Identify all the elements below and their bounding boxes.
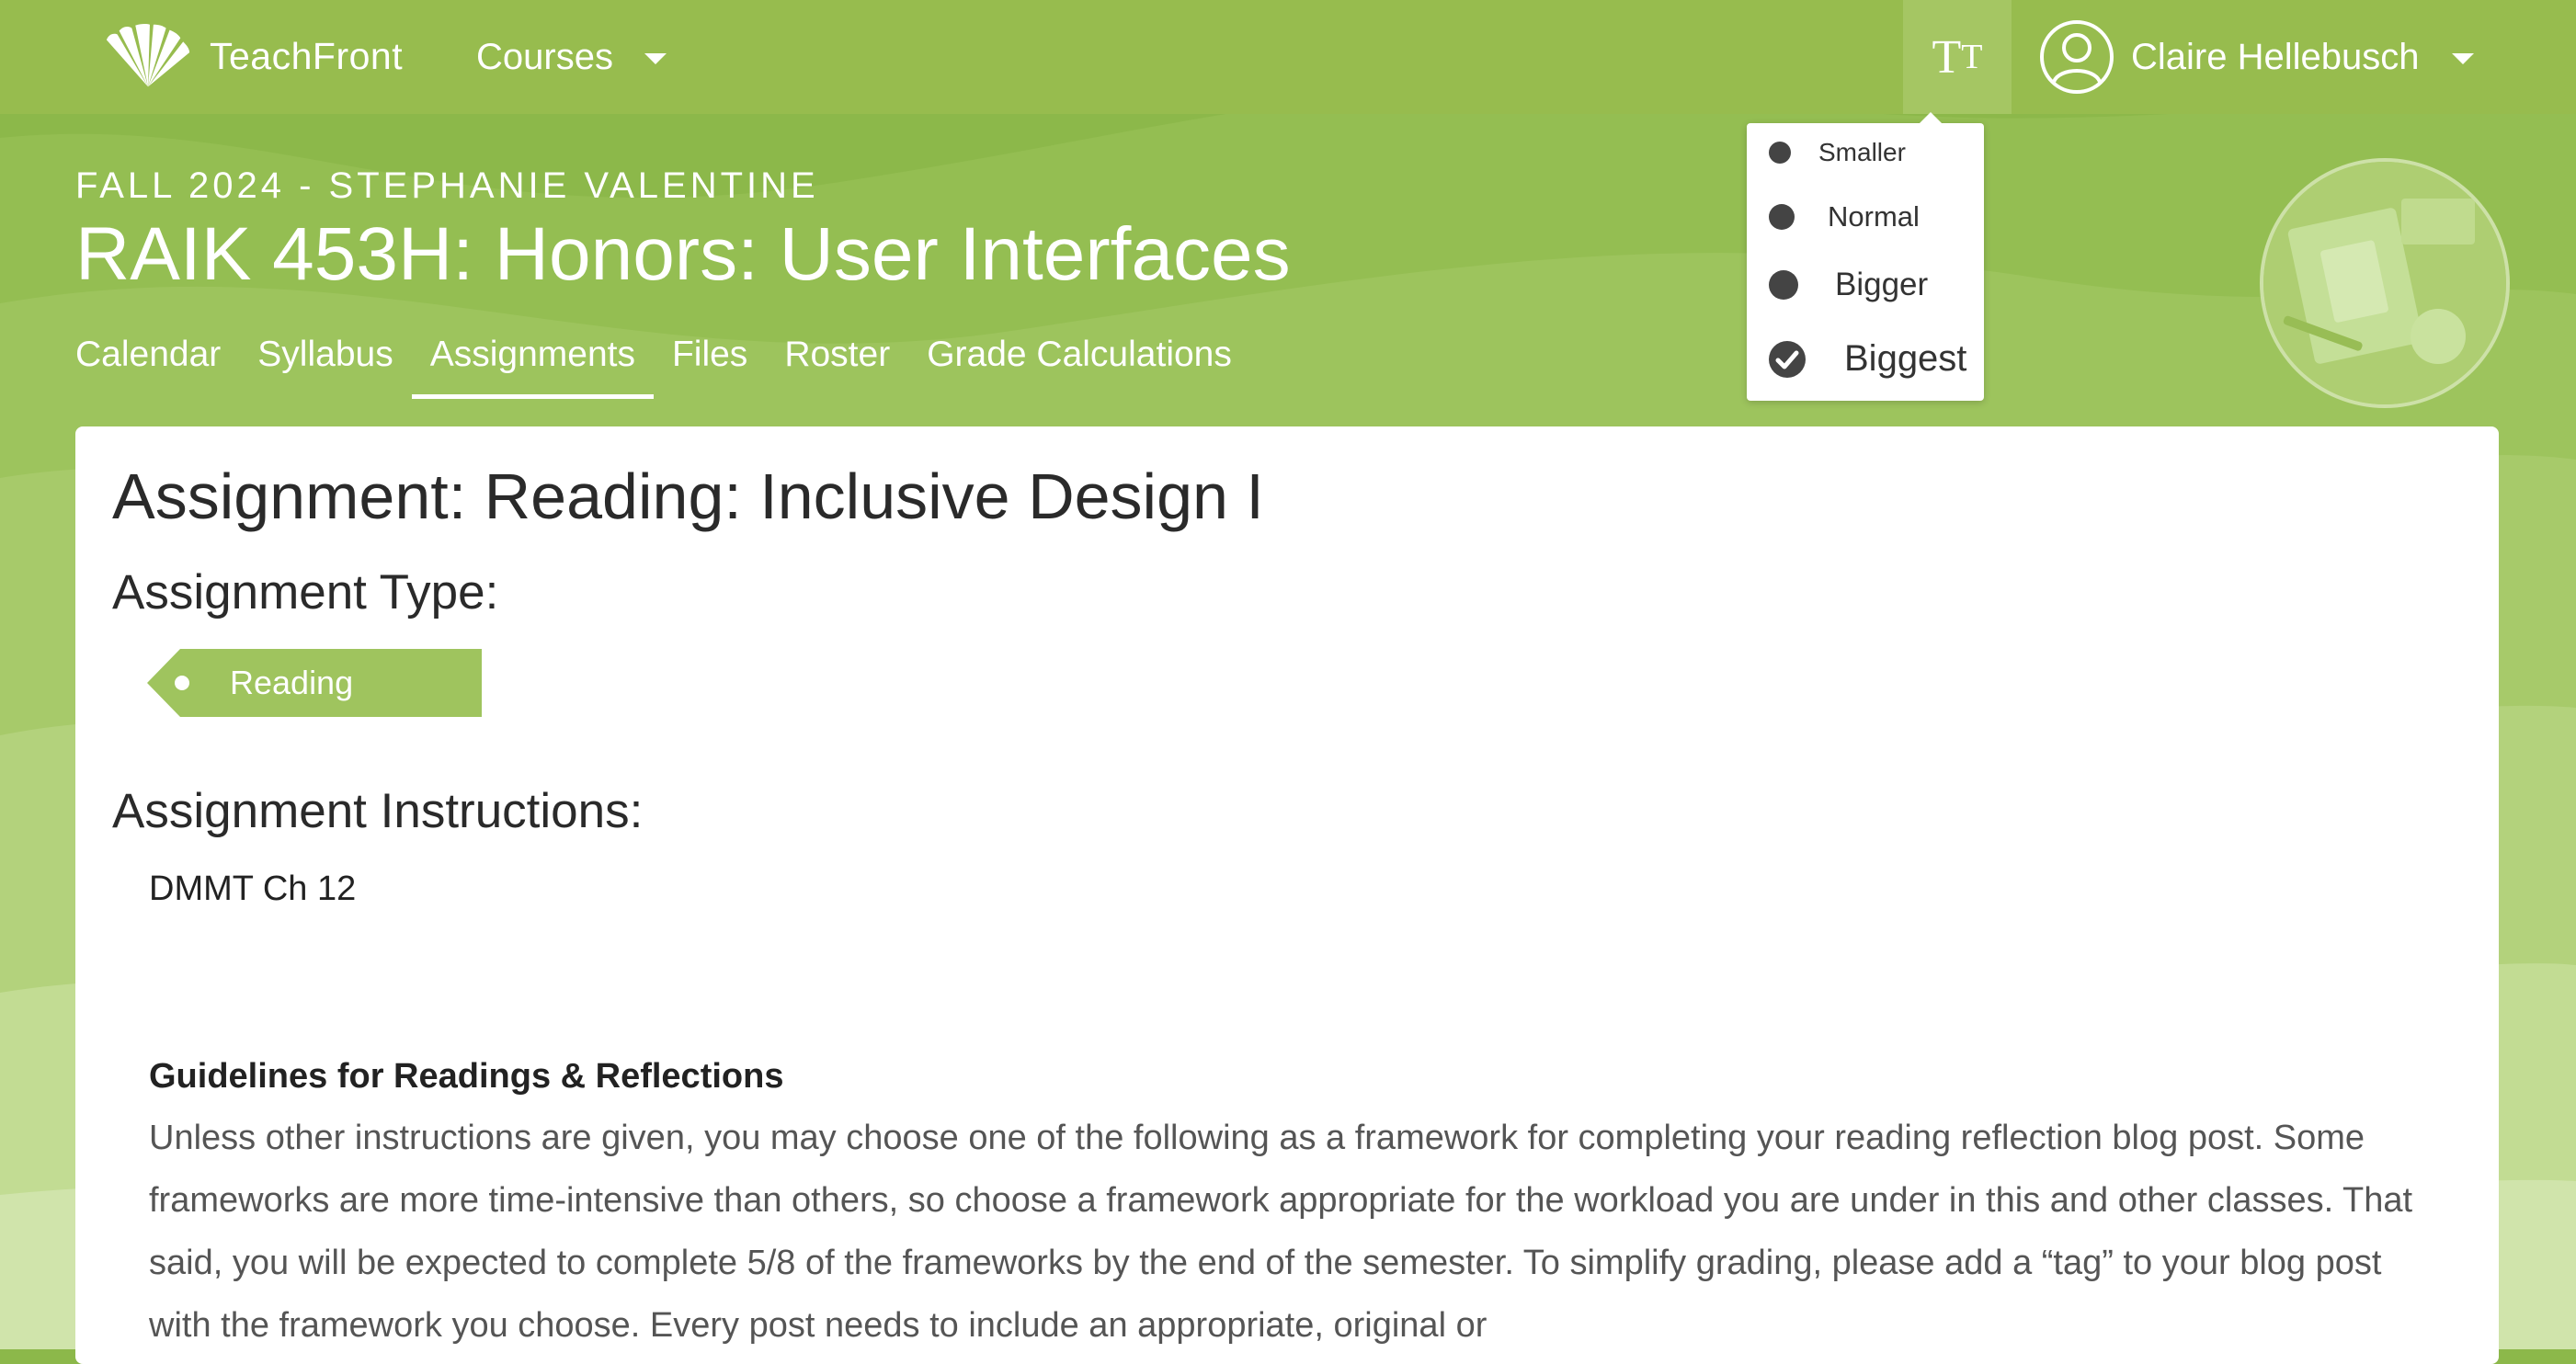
course-term: FALL 2024 - STEPHANIE VALENTINE	[75, 165, 819, 206]
courses-dropdown[interactable]: Courses	[476, 28, 667, 86]
user-avatar-icon	[2040, 20, 2114, 94]
course-title: RAIK 453H: Honors: User Interfaces	[75, 212, 1291, 296]
top-navbar: TeachFront Courses TT Claire Hellebusch	[0, 0, 2576, 114]
assignment-panel: Assignment: Reading: Inclusive Design I …	[75, 426, 2499, 1364]
shell-logo-icon	[106, 24, 190, 87]
font-size-option-smaller[interactable]: Smaller	[1769, 138, 1906, 167]
chevron-down-icon	[2452, 53, 2475, 64]
guidelines-heading: Guidelines for Readings & Reflections	[149, 1057, 784, 1096]
tab-roster[interactable]: Roster	[784, 335, 890, 399]
course-image	[2260, 158, 2510, 408]
assignment-type-heading: Assignment Type:	[112, 565, 499, 619]
tab-calendar[interactable]: Calendar	[75, 335, 221, 399]
chevron-down-icon	[644, 53, 667, 64]
tab-syllabus[interactable]: Syllabus	[257, 335, 393, 399]
radio-dot-icon	[1769, 142, 1791, 164]
menu-pointer	[1920, 112, 1942, 123]
font-size-option-biggest[interactable]: Biggest	[1769, 338, 1966, 380]
brand-name: TeachFront	[210, 34, 404, 77]
guidelines-body: Unless other instructions are given, you…	[149, 1119, 2413, 1345]
assignment-instructions-heading: Assignment Instructions:	[112, 784, 644, 838]
assignment-type-tag: Reading	[147, 649, 482, 717]
radio-dot-icon	[1769, 204, 1795, 230]
tab-assignments[interactable]: Assignments	[411, 335, 654, 399]
tab-files[interactable]: Files	[672, 335, 747, 399]
check-circle-icon	[1769, 340, 1806, 378]
tab-grade-calculations[interactable]: Grade Calculations	[927, 335, 1232, 399]
course-tabs: Calendar Syllabus Assignments Files Rost…	[75, 335, 1269, 399]
assignment-title: Assignment: Reading: Inclusive Design I	[112, 460, 1264, 532]
instructions-text: DMMT Ch 12	[149, 870, 357, 908]
courses-label: Courses	[476, 36, 613, 77]
user-name: Claire Hellebusch	[2131, 36, 2420, 77]
font-size-button[interactable]: TT	[1903, 0, 2012, 114]
font-size-option-bigger[interactable]: Bigger	[1769, 267, 1928, 303]
tag-label: Reading	[230, 664, 354, 701]
font-size-option-normal[interactable]: Normal	[1769, 200, 1920, 233]
user-menu[interactable]: Claire Hellebusch	[2039, 18, 2475, 96]
text-size-icon: T	[1932, 30, 1962, 84]
radio-dot-icon	[1769, 270, 1798, 300]
brand-link[interactable]: TeachFront	[103, 22, 403, 90]
